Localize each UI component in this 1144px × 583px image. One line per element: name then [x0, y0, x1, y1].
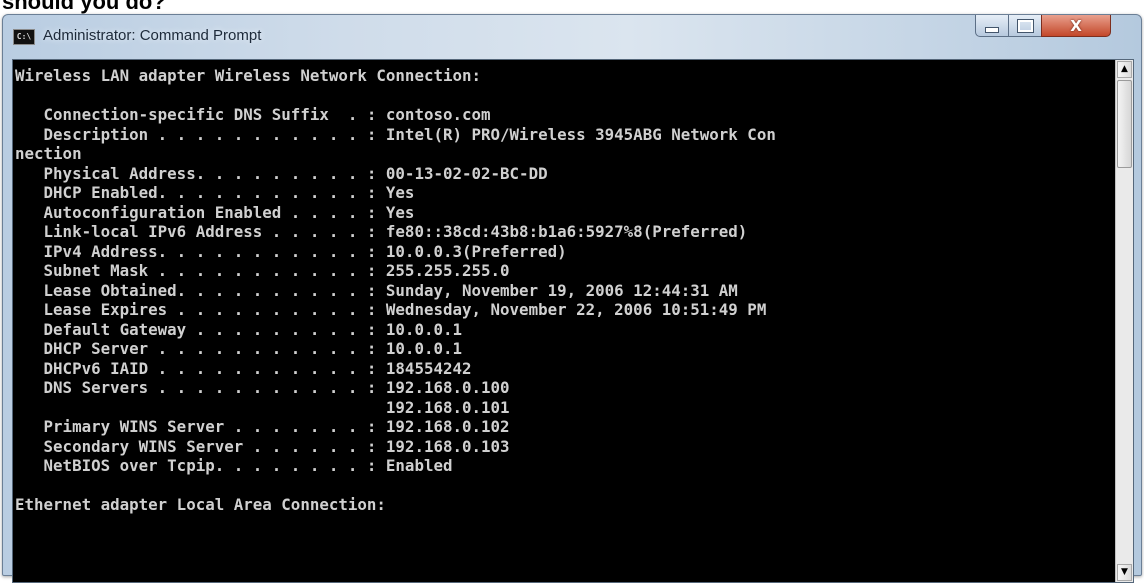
maximize-icon — [1016, 18, 1034, 33]
console-line: IPv4 Address. . . . . . . . . . . : 10.0… — [15, 241, 567, 261]
console-line: DHCP Enabled. . . . . . . . . . . : Yes — [15, 183, 415, 202]
console-line: nection — [15, 144, 82, 163]
minimize-button[interactable] — [975, 15, 1009, 37]
console-line: Secondary WINS Server . . . . . . : 192.… — [15, 436, 510, 456]
console-area[interactable]: Wireless LAN adapter Wireless Network Co… — [12, 59, 1134, 583]
console-line: Subnet Mask . . . . . . . . . . . : 255.… — [15, 261, 510, 280]
console-line: Default Gateway . . . . . . . . . : 10.0… — [15, 319, 462, 339]
scroll-up-arrow-icon[interactable]: ▲ — [1117, 61, 1132, 78]
console-line: DHCPv6 IAID . . . . . . . . . . . : 1845… — [15, 358, 472, 378]
minimize-icon — [985, 26, 999, 33]
console-line: Lease Obtained. . . . . . . . . . : Sund… — [15, 280, 738, 300]
close-icon: X — [1070, 16, 1082, 35]
console-line: Description . . . . . . . . . . . : Inte… — [15, 124, 776, 144]
console-line: Primary WINS Server . . . . . . . : 192.… — [15, 417, 510, 436]
console-line: Link-local IPv6 Address . . . . . : fe80… — [15, 222, 748, 241]
console-line: Lease Expires . . . . . . . . . . : Wedn… — [15, 300, 767, 319]
console-line: Physical Address. . . . . . . . . : 00-1… — [15, 163, 548, 183]
title-bar[interactable]: C:\ Administrator: Command Prompt X — [3, 15, 1141, 59]
console-output[interactable]: Wireless LAN adapter Wireless Network Co… — [13, 60, 1115, 582]
command-prompt-icon[interactable]: C:\ — [13, 29, 35, 45]
page-question-text: should you do? — [2, 0, 166, 14]
console-line: Wireless LAN adapter Wireless Network Co… — [15, 66, 482, 85]
console-line: Autoconfiguration Enabled . . . . : Yes — [15, 202, 415, 222]
console-line: Ethernet adapter Local Area Connection: — [15, 495, 386, 514]
window-title: Administrator: Command Prompt — [43, 27, 262, 44]
scroll-down-arrow-icon[interactable]: ▼ — [1117, 564, 1132, 581]
maximize-button[interactable] — [1008, 15, 1042, 37]
console-line: DHCP Server . . . . . . . . . . . : 10.0… — [15, 339, 462, 358]
vertical-scrollbar[interactable]: ▲ ▼ — [1115, 60, 1133, 582]
console-line: Connection-specific DNS Suffix . : conto… — [15, 105, 491, 124]
console-line: 192.168.0.101 — [15, 397, 510, 417]
command-prompt-window: C:\ Administrator: Command Prompt X Wire… — [2, 14, 1142, 583]
console-line: NetBIOS over Tcpip. . . . . . . . : Enab… — [15, 456, 453, 475]
close-button[interactable]: X — [1041, 15, 1111, 37]
console-line: DNS Servers . . . . . . . . . . . : 192.… — [15, 378, 510, 397]
scrollbar-thumb[interactable] — [1117, 80, 1132, 168]
